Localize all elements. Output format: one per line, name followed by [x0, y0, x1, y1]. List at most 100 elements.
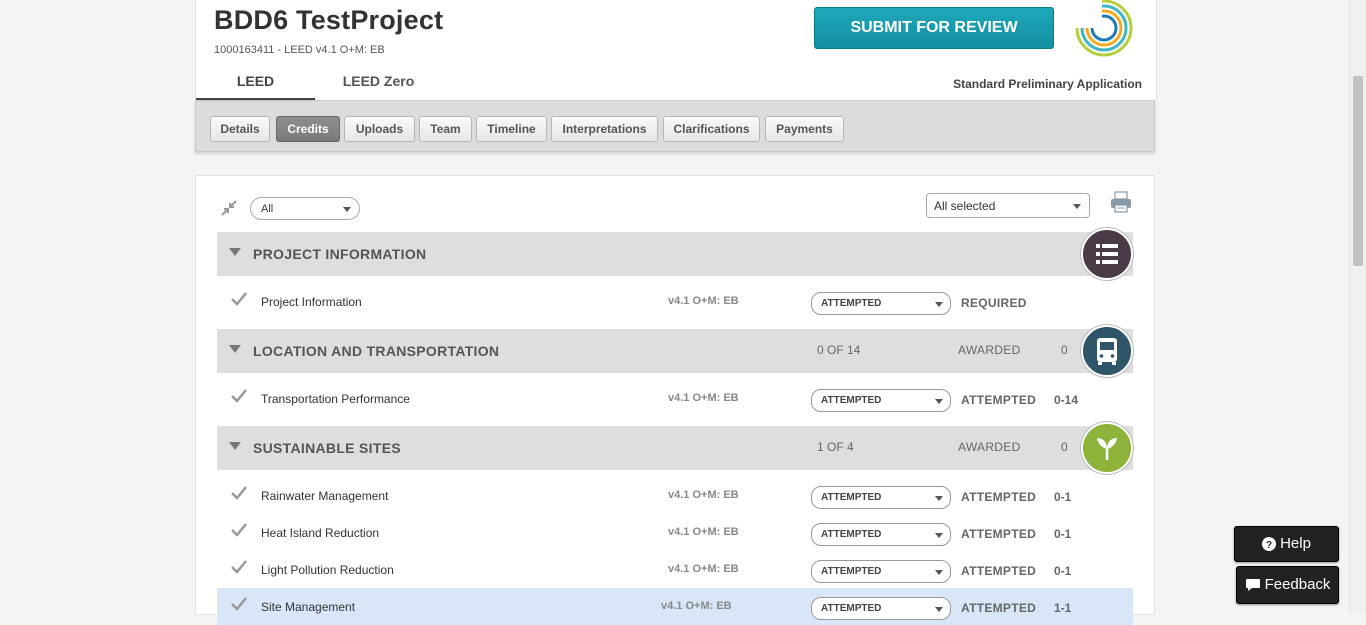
credit-status-value: ATTEMPTED [821, 395, 882, 406]
collapse-arrows-icon[interactable] [221, 200, 237, 216]
check-icon [231, 389, 247, 403]
chevron-down-icon [1073, 203, 1081, 209]
category-project-information[interactable]: PROJECT INFORMATION [217, 228, 1133, 280]
credit-name[interactable]: Project Information [261, 295, 362, 309]
category-name: LOCATION AND TRANSPORTATION [253, 343, 500, 359]
chevron-down-icon [935, 496, 943, 501]
credit-status-value: ATTEMPTED [821, 529, 882, 540]
credit-state: ATTEMPTED [961, 490, 1037, 504]
project-subtitle: 1000163411 - LEED v4.1 O+M: EB [214, 44, 385, 56]
bus-icon [1081, 325, 1133, 377]
credit-state: ATTEMPTED [961, 527, 1037, 541]
collapse-triangle-icon[interactable] [229, 345, 241, 353]
credit-points: 0-1 [1054, 564, 1072, 578]
credit-status-value: ATTEMPTED [821, 566, 882, 577]
credit-name[interactable]: Light Pollution Reduction [261, 563, 394, 577]
sprout-icon [1081, 422, 1133, 474]
chevron-down-icon [935, 533, 943, 538]
credit-row[interactable]: Transportation Performance v4.1 O+M: EB … [217, 380, 1133, 417]
collapse-triangle-icon[interactable] [229, 442, 241, 450]
check-icon [231, 597, 247, 611]
subnav-uploads[interactable]: Uploads [344, 116, 415, 142]
category-filter-value: All [261, 203, 274, 215]
subnav-team[interactable]: Team [419, 116, 472, 142]
subnav-clarifications[interactable]: Clarifications [663, 116, 760, 142]
credit-status-value: ATTEMPTED [821, 603, 882, 614]
chevron-down-icon [935, 607, 943, 612]
subnav-timeline[interactable]: Timeline [476, 116, 547, 142]
project-title: BDD6 TestProject [214, 5, 444, 35]
check-icon [231, 292, 247, 306]
application-type: Standard Preliminary Application [953, 77, 1142, 91]
credit-name[interactable]: Rainwater Management [261, 489, 388, 503]
feedback-button[interactable]: Feedback [1236, 566, 1339, 604]
credit-status-select[interactable]: ATTEMPTED [811, 560, 951, 583]
print-icon[interactable] [1110, 191, 1132, 213]
subnav-interpretations[interactable]: Interpretations [551, 116, 658, 142]
submit-for-review-button[interactable]: SUBMIT FOR REVIEW [814, 7, 1054, 49]
category-name: SUSTAINABLE SITES [253, 440, 401, 456]
credit-state: ATTEMPTED [961, 564, 1037, 578]
category-sustainable-sites[interactable]: SUSTAINABLE SITES 1 OF 4 AWARDED 0 [217, 422, 1133, 474]
chevron-down-icon [935, 399, 943, 404]
page-scrollbar[interactable] [1349, 0, 1366, 613]
tab-leed[interactable]: LEED [196, 73, 315, 101]
credit-status-select[interactable]: ATTEMPTED [811, 486, 951, 509]
credit-row[interactable]: Heat Island Reduction v4.1 O+M: EB ATTEM… [217, 514, 1133, 551]
question-icon: ? [1262, 537, 1277, 552]
credit-row[interactable]: Rainwater Management v4.1 O+M: EB ATTEMP… [217, 477, 1133, 514]
credit-version: v4.1 O+M: EB [668, 295, 739, 307]
subnav-credits[interactable]: Credits [276, 116, 340, 142]
category-name: PROJECT INFORMATION [253, 246, 427, 262]
credits-panel: All All selected PROJECT INFORMATION Pro… [195, 175, 1155, 625]
category-points: 0 [1061, 343, 1068, 357]
category-awarded-label: AWARDED [958, 343, 1021, 357]
credit-status-value: ATTEMPTED [821, 492, 882, 503]
collapse-triangle-icon[interactable] [229, 248, 241, 256]
credit-name[interactable]: Transportation Performance [261, 392, 410, 406]
credit-row[interactable]: Project Information v4.1 O+M: EB ATTEMPT… [217, 283, 1133, 320]
status-filter-select[interactable]: All selected [926, 193, 1090, 218]
credit-row-highlighted[interactable]: Site Management v4.1 O+M: EB ATTEMPTED A… [217, 588, 1133, 625]
credit-version: v4.1 O+M: EB [668, 526, 739, 538]
category-points: 0 [1061, 440, 1068, 454]
category-count: 1 OF 4 [817, 440, 854, 454]
check-icon [231, 560, 247, 574]
credit-version: v4.1 O+M: EB [668, 392, 739, 404]
help-label: Help [1280, 535, 1311, 552]
chevron-down-icon [343, 206, 351, 212]
chevron-down-icon [935, 570, 943, 575]
credit-points: 0-1 [1054, 527, 1072, 541]
category-location-transportation[interactable]: LOCATION AND TRANSPORTATION 0 OF 14 AWAR… [217, 325, 1133, 377]
chevron-down-icon [935, 302, 943, 307]
check-icon [231, 523, 247, 537]
credit-points: 0-14 [1054, 393, 1079, 407]
credit-state: ATTEMPTED [961, 393, 1037, 407]
svg-text:?: ? [1266, 540, 1272, 551]
feedback-label: Feedback [1264, 576, 1331, 593]
help-button[interactable]: ? Help [1234, 526, 1339, 562]
leed-logo-icon [1074, 0, 1133, 57]
credit-name[interactable]: Heat Island Reduction [261, 526, 379, 540]
credit-status-value: ATTEMPTED [821, 298, 882, 309]
credit-state: REQUIRED [961, 296, 1027, 310]
credit-points: 0-1 [1054, 490, 1072, 504]
tab-leed-zero[interactable]: LEED Zero [326, 73, 431, 89]
credit-status-select[interactable]: ATTEMPTED [811, 597, 951, 620]
credit-version: v4.1 O+M: EB [668, 489, 739, 501]
list-icon [1081, 228, 1133, 280]
credit-name[interactable]: Site Management [261, 600, 355, 614]
credit-status-select[interactable]: ATTEMPTED [811, 292, 951, 315]
status-filter-value: All selected [934, 199, 996, 213]
category-count: 0 OF 14 [817, 343, 861, 357]
credit-status-select[interactable]: ATTEMPTED [811, 389, 951, 412]
project-header: BDD6 TestProject 1000163411 - LEED v4.1 … [195, 0, 1157, 101]
credit-status-select[interactable]: ATTEMPTED [811, 523, 951, 546]
subnav-payments[interactable]: Payments [765, 116, 844, 142]
category-filter-select[interactable]: All [250, 197, 360, 220]
credit-version: v4.1 O+M: EB [661, 600, 732, 612]
credit-row[interactable]: Light Pollution Reduction v4.1 O+M: EB A… [217, 551, 1133, 588]
subnav-details[interactable]: Details [210, 116, 270, 142]
credit-version: v4.1 O+M: EB [668, 563, 739, 575]
scrollbar-thumb[interactable] [1353, 76, 1363, 266]
